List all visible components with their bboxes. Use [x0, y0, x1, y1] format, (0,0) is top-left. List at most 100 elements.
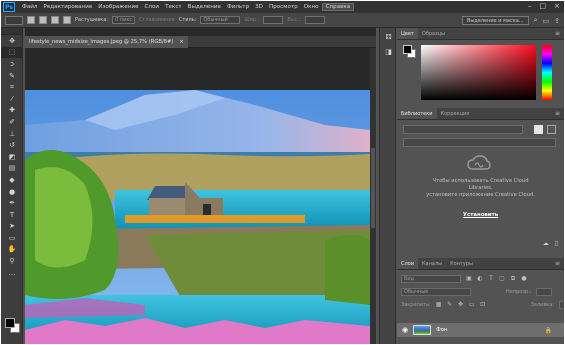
- tab-adjustments[interactable]: Коррекция: [437, 108, 474, 119]
- vertical-scrollbar[interactable]: [370, 48, 376, 344]
- history-panel-icon[interactable]: ⚃: [381, 31, 396, 43]
- properties-panel-icon[interactable]: ◨: [381, 46, 396, 58]
- stamp-tool-icon[interactable]: ⊥: [1, 128, 23, 140]
- filter-smart-icon[interactable]: ⧉: [510, 275, 516, 282]
- shape-tool-icon[interactable]: ▭: [1, 232, 23, 244]
- menu-select[interactable]: Выделение: [185, 4, 224, 10]
- add-selection-icon[interactable]: [39, 16, 47, 24]
- library-menu-icon[interactable]: ≡: [555, 110, 560, 117]
- options-bar: Растушевка: 0 пикс Сглаживание Стиль: Об…: [1, 13, 564, 28]
- menu-help[interactable]: Справка: [321, 3, 355, 11]
- layer-row-background[interactable]: ◉ Фон 🔒: [397, 323, 564, 337]
- lock-artboard-icon[interactable]: ▭: [469, 301, 475, 308]
- filter-toggle-icon[interactable]: ●: [521, 275, 527, 282]
- filter-pixel-icon[interactable]: ▣: [466, 275, 472, 282]
- lock-position-icon[interactable]: ✥: [458, 301, 464, 308]
- layer-kind-filter[interactable]: Вид: [401, 274, 461, 283]
- tab-libraries[interactable]: Библиотеки: [397, 108, 437, 119]
- crop-tool-icon[interactable]: ⌗: [1, 81, 23, 93]
- lock-icon[interactable]: 🔒: [545, 327, 552, 334]
- subtract-selection-icon[interactable]: [51, 16, 59, 24]
- opacity-input[interactable]: [536, 287, 553, 296]
- menu-file[interactable]: Файл: [19, 4, 40, 10]
- tab-channels[interactable]: Каналы: [418, 258, 446, 269]
- tab-swatches[interactable]: Образцы: [418, 28, 449, 39]
- menu-image[interactable]: Изображение: [95, 4, 141, 10]
- tab-layers[interactable]: Слои: [397, 258, 418, 269]
- healing-tool-icon[interactable]: ✚: [1, 105, 23, 117]
- menu-layers[interactable]: Слои: [142, 4, 163, 10]
- library-search-input[interactable]: [403, 138, 556, 147]
- lock-paint-icon[interactable]: ✎: [447, 301, 453, 308]
- photoshop-window: Ps Файл Редактирование Изображение Слои …: [1, 1, 564, 344]
- eraser-tool-icon[interactable]: ◩: [1, 151, 23, 163]
- antialias-checkbox[interactable]: Сглаживание: [139, 17, 175, 23]
- width-input[interactable]: [263, 16, 284, 24]
- filter-type-icon[interactable]: T: [488, 275, 494, 282]
- close-button[interactable]: ×: [554, 2, 560, 10]
- menu-3d[interactable]: 3D: [252, 4, 266, 10]
- cloud-sync-icon[interactable]: ☁: [543, 240, 549, 247]
- foreground-color-swatch[interactable]: [5, 318, 15, 328]
- workspace-icon[interactable]: ▭: [543, 17, 550, 25]
- fill-input[interactable]: [559, 300, 564, 309]
- close-tab-icon[interactable]: ×: [179, 39, 183, 45]
- menu-view[interactable]: Просмотр: [266, 4, 301, 10]
- search-icon[interactable]: ⌕: [534, 16, 538, 25]
- minimize-button[interactable]: –: [528, 2, 532, 10]
- toolbox-grip[interactable]: [1, 28, 22, 35]
- lock-all-icon[interactable]: ⊡: [480, 301, 486, 308]
- hand-tool-icon[interactable]: ✋: [1, 244, 23, 256]
- menu-filter[interactable]: Фильтр: [224, 4, 252, 10]
- style-select[interactable]: Обычный: [200, 16, 241, 24]
- maximize-button[interactable]: □: [540, 2, 547, 10]
- tool-preset-picker[interactable]: [5, 15, 23, 25]
- list-view-icon[interactable]: [547, 125, 556, 134]
- install-cc-link[interactable]: Установить: [397, 212, 564, 218]
- hue-slider[interactable]: [542, 45, 552, 100]
- dodge-tool-icon[interactable]: ●: [1, 186, 23, 198]
- color-swatches[interactable]: [5, 318, 21, 334]
- panel-menu-icon[interactable]: ≡: [555, 30, 560, 37]
- layers-menu-icon[interactable]: ≡: [555, 260, 560, 267]
- lock-pixels-icon[interactable]: ▦: [436, 301, 442, 308]
- share-icon[interactable]: ⇪: [554, 17, 560, 25]
- grid-view-icon[interactable]: [534, 125, 543, 134]
- marquee-tool-icon[interactable]: ⬚: [1, 46, 23, 59]
- type-tool-icon[interactable]: T: [1, 209, 23, 221]
- history-brush-icon[interactable]: ↺: [1, 139, 23, 151]
- pen-tool-icon[interactable]: ✒: [1, 197, 23, 209]
- new-selection-icon[interactable]: [27, 16, 35, 24]
- delete-icon[interactable]: ▯: [555, 240, 558, 247]
- gradient-tool-icon[interactable]: ▤: [1, 163, 23, 175]
- library-select[interactable]: [403, 125, 523, 134]
- menu-edit[interactable]: Редактирование: [40, 4, 95, 10]
- visibility-eye-icon[interactable]: ◉: [402, 326, 408, 334]
- lasso-tool-icon[interactable]: ↄ: [1, 58, 23, 70]
- color-picker-field[interactable]: [421, 45, 536, 100]
- filter-adjust-icon[interactable]: ◐: [477, 275, 483, 282]
- tab-paths[interactable]: Контуры: [446, 258, 477, 269]
- panel-icon-strip: ⚃ ◨: [379, 28, 396, 344]
- move-tool-icon[interactable]: ✥: [1, 35, 23, 47]
- menu-type[interactable]: Текст: [162, 4, 185, 10]
- image-canvas[interactable]: [25, 90, 370, 344]
- path-select-tool-icon[interactable]: ➤: [1, 221, 23, 233]
- intersect-selection-icon[interactable]: [63, 16, 71, 24]
- panel-foreground-swatch[interactable]: [403, 45, 412, 54]
- tab-color[interactable]: Цвет: [397, 28, 418, 39]
- blend-mode-select[interactable]: Обычные: [401, 287, 471, 296]
- menu-window[interactable]: Окно: [301, 4, 322, 10]
- zoom-tool-icon[interactable]: ⚲: [1, 255, 23, 267]
- height-input[interactable]: [304, 16, 325, 24]
- filter-shape-icon[interactable]: ▢: [499, 275, 505, 282]
- blur-tool-icon[interactable]: ◆: [1, 174, 23, 186]
- eyedropper-tool-icon[interactable]: ⁄: [1, 93, 23, 105]
- feather-input[interactable]: 0 пикс: [112, 16, 136, 24]
- more-tools-icon[interactable]: …: [1, 267, 23, 279]
- scroll-thumb[interactable]: [371, 148, 375, 228]
- quick-select-tool-icon[interactable]: ✎: [1, 70, 23, 82]
- select-and-mask-button[interactable]: Выделение и маска...: [461, 16, 529, 25]
- brush-tool-icon[interactable]: ✐: [1, 116, 23, 128]
- document-tab[interactable]: lifestyle_news_midsize_images.jpeg @ 25,…: [25, 36, 188, 48]
